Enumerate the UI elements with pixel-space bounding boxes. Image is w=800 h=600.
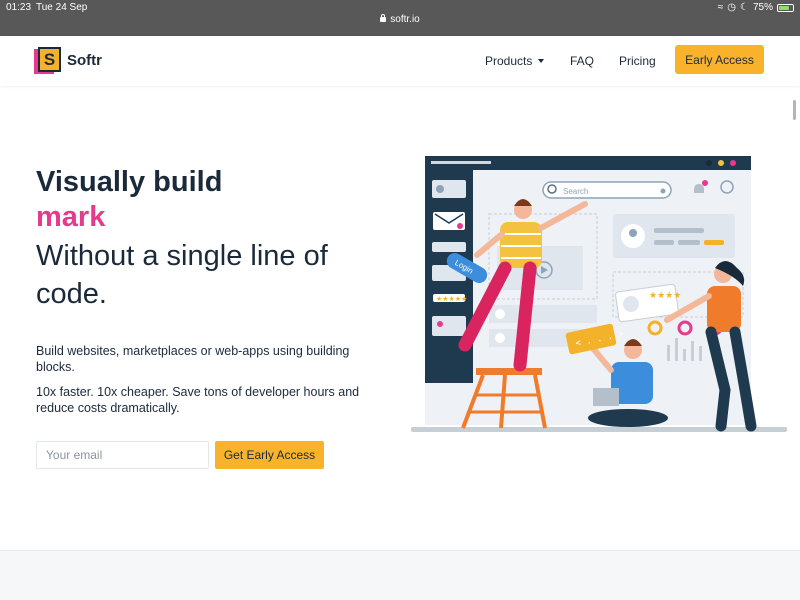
hero-title-highlight: mark [36,201,106,233]
alarm-icon: ◷ [727,2,737,13]
moon-icon: ☾ [740,2,749,13]
softr-logo[interactable]: S Softr [34,47,102,74]
svg-text:★★★★★: ★★★★★ [436,295,467,303]
mini-search-icon [432,242,466,252]
window-dot-icon [730,160,736,166]
wifi-icon: ≈ [717,2,724,13]
window-dot-icon [706,160,712,166]
url-bar[interactable]: softr.io [0,14,800,25]
hero-title-line1: Visually build [36,166,223,198]
hero-illustration: ★★★★★ Search ★★★★ Login < . . . > [411,156,787,432]
status-date: Tue 24 Sep [36,2,88,13]
next-section [0,550,800,600]
nav-faq-link[interactable]: FAQ [570,54,594,68]
scrollbar[interactable] [793,100,796,120]
lock-icon [380,14,387,22]
nav-products-dropdown[interactable]: Products [485,54,545,68]
battery-icon [777,3,794,12]
status-bar: 01:23 Tue 24 Sep ≈ ◷ ☾ 75% softr.io [0,0,800,36]
bell-icon [694,184,704,193]
floor-line [411,427,787,432]
nav-pricing-link[interactable]: Pricing [619,54,656,68]
svg-text:★★★★: ★★★★ [649,291,681,301]
status-time: 01:23 [6,2,32,13]
top-nav: S Softr Products FAQ Pricing Early Acces… [0,36,800,86]
battery-percent: 75% [752,2,773,13]
logo-text: Softr [67,52,102,69]
hero-benefits: 10x faster. 10x cheaper. Save tons of de… [36,385,360,415]
window-dot-icon [718,160,724,166]
status-icons: ≈ ◷ ☾ 75% [718,2,794,13]
get-early-access-button[interactable]: Get Early Access [215,441,324,469]
url-text: softr.io [390,14,420,25]
nav-products-label: Products [485,54,533,68]
early-access-button[interactable]: Early Access [675,45,764,74]
map-icon [432,316,466,336]
logo-mark-icon: S [34,47,61,74]
hero-title-line3: Without a single line of code. [36,240,328,310]
svg-text:Search: Search [563,187,588,196]
laptop-icon [593,388,619,406]
caret-down-icon [538,59,545,63]
hero-description: Build websites, marketplaces or web-apps… [36,344,350,374]
email-input[interactable] [36,441,209,469]
